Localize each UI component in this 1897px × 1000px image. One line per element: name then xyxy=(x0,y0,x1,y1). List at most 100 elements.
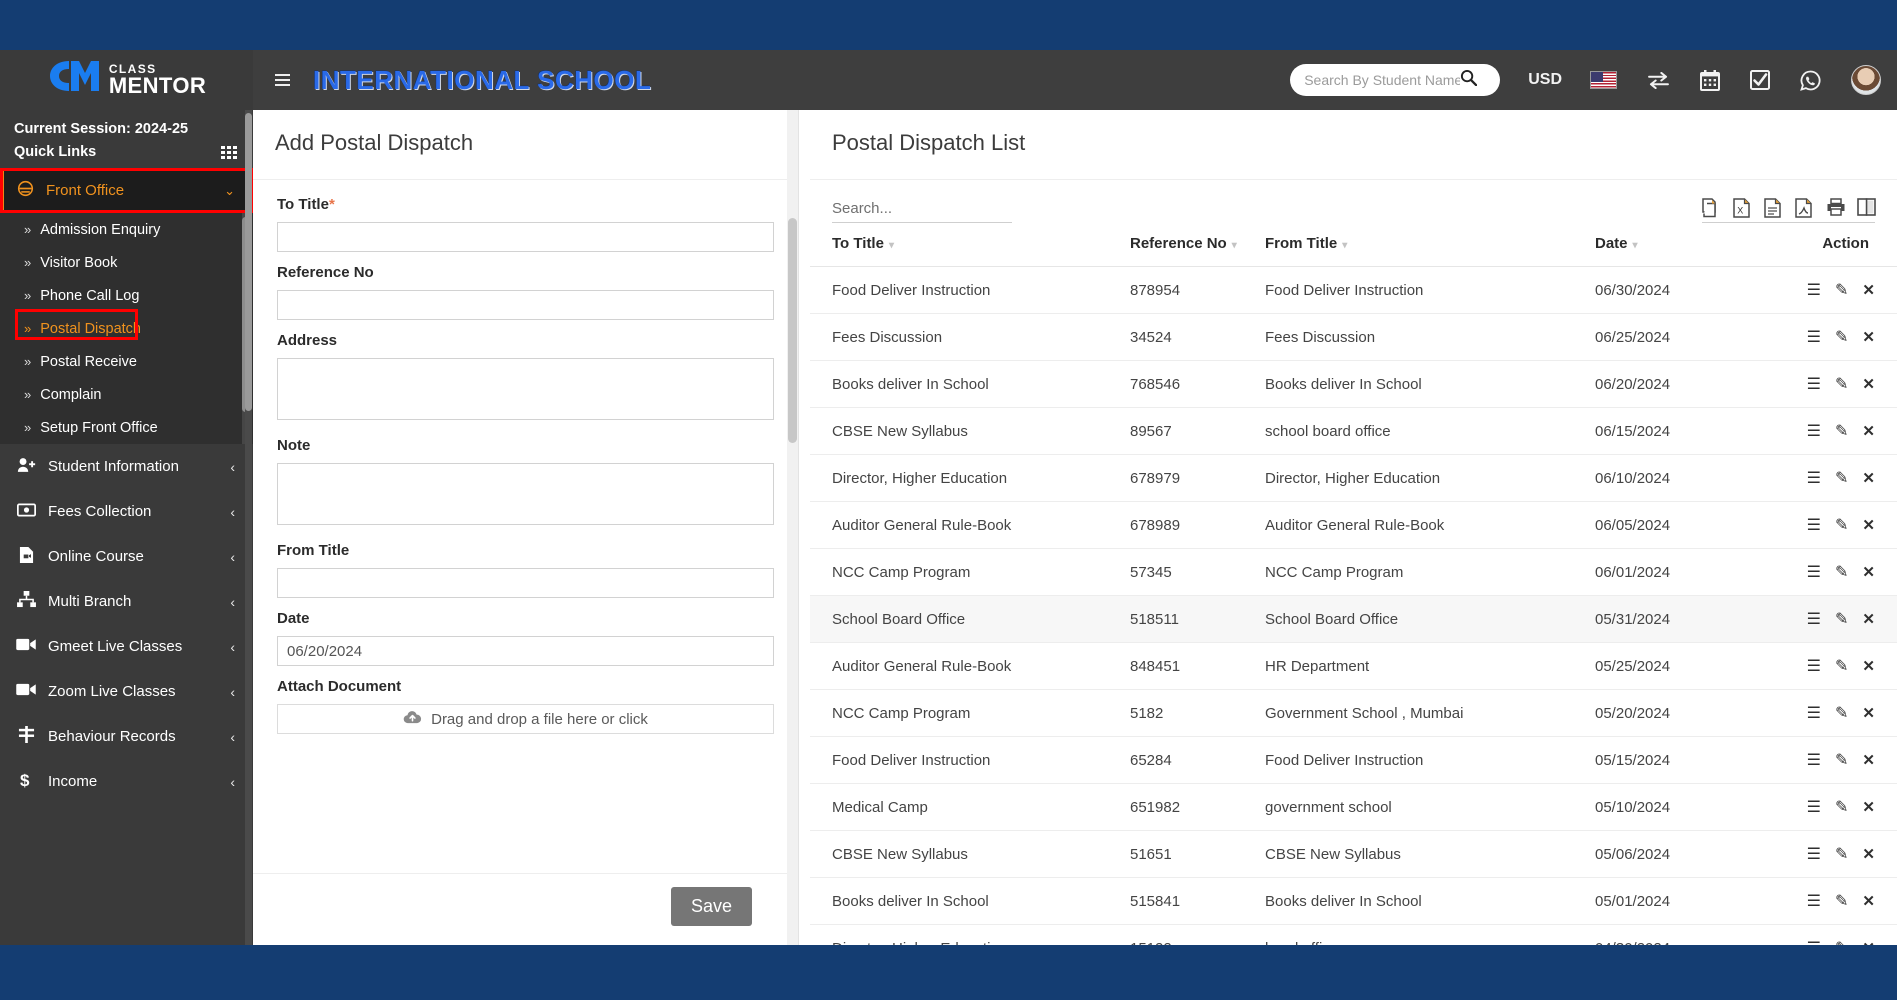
table-row[interactable]: School Board Office 518511 School Board Of… xyxy=(810,595,1897,643)
search-icon[interactable] xyxy=(1460,69,1478,91)
save-button[interactable]: Save xyxy=(670,887,752,926)
from-title-input[interactable] xyxy=(277,568,774,598)
edit-icon[interactable]: ✎ xyxy=(1835,280,1848,300)
sidebar-item-visitor-book[interactable]: » Visitor Book xyxy=(0,246,253,279)
edit-icon[interactable]: ✎ xyxy=(1835,750,1848,770)
delete-icon[interactable]: ✕ xyxy=(1862,798,1875,816)
delete-icon[interactable]: ✕ xyxy=(1862,516,1875,534)
sidebar-item-complain[interactable]: » Complain xyxy=(0,378,253,411)
edit-icon[interactable]: ✎ xyxy=(1835,327,1848,347)
checkbox-icon[interactable] xyxy=(1750,70,1770,90)
table-row[interactable]: Director, Higher Education15122head offi… xyxy=(810,924,1897,945)
column-header-reference-no[interactable]: Reference No ▾ xyxy=(1130,223,1265,267)
table-row[interactable]: NCC Camp Program 5182 Government School , … xyxy=(810,689,1897,737)
address-textarea[interactable] xyxy=(277,358,774,420)
details-icon[interactable]: ☰ xyxy=(1807,609,1821,629)
table-row[interactable]: Auditor General Rule-Book 678989 Auditor G… xyxy=(810,501,1897,549)
table-row[interactable]: Director, Higher Education 678979 Director… xyxy=(810,454,1897,502)
details-icon[interactable]: ☰ xyxy=(1807,374,1821,394)
details-icon[interactable]: ☰ xyxy=(1807,562,1821,582)
edit-icon[interactable]: ✎ xyxy=(1835,938,1848,945)
delete-icon[interactable]: ✕ xyxy=(1862,657,1875,675)
list-search-input[interactable] xyxy=(832,200,1012,223)
delete-icon[interactable]: ✕ xyxy=(1862,422,1875,440)
edit-icon[interactable]: ✎ xyxy=(1835,797,1848,817)
student-search-box[interactable] xyxy=(1290,64,1501,96)
column-visibility-icon[interactable] xyxy=(1857,198,1876,218)
table-row[interactable]: Food Deliver Instruction 878954 Food Deliv… xyxy=(810,266,1897,314)
table-row[interactable]: Auditor General Rule-Book 848451 HR Depart… xyxy=(810,642,1897,690)
sidebar-item-postal-dispatch[interactable]: » Postal Dispatch xyxy=(0,309,253,345)
sidebar-item-multi-branch[interactable]: Multi Branch ‹ xyxy=(0,579,253,624)
sidebar-item-zoom-live-classes[interactable]: Zoom Live Classes ‹ xyxy=(0,669,253,714)
whatsapp-icon[interactable] xyxy=(1800,70,1821,91)
edit-icon[interactable]: ✎ xyxy=(1835,374,1848,394)
brand-logo[interactable]: CLASS MENTOR xyxy=(0,50,253,110)
edit-icon[interactable]: ✎ xyxy=(1835,515,1848,535)
details-icon[interactable]: ☰ xyxy=(1807,703,1821,723)
sidebar-scrollbar-thumb[interactable] xyxy=(245,113,252,411)
table-row[interactable]: Medical Camp 651982 government school 05/10… xyxy=(810,783,1897,831)
delete-icon[interactable]: ✕ xyxy=(1862,375,1875,393)
delete-icon[interactable]: ✕ xyxy=(1862,469,1875,487)
delete-icon[interactable]: ✕ xyxy=(1862,939,1875,945)
sidebar-item-online-course[interactable]: Online Course ‹ xyxy=(0,534,253,579)
details-icon[interactable]: ☰ xyxy=(1807,421,1821,441)
sidebar-item-phone-call-log[interactable]: » Phone Call Log xyxy=(0,279,253,312)
currency-label[interactable]: USD xyxy=(1528,71,1562,89)
edit-icon[interactable]: ✎ xyxy=(1835,562,1848,582)
sidebar-item-postal-receive[interactable]: » Postal Receive xyxy=(0,345,253,378)
details-icon[interactable]: ☰ xyxy=(1807,797,1821,817)
details-icon[interactable]: ☰ xyxy=(1807,938,1821,945)
details-icon[interactable]: ☰ xyxy=(1807,844,1821,864)
sidebar-item-gmeet-live-classes[interactable]: Gmeet Live Classes ‹ xyxy=(0,624,253,669)
details-icon[interactable]: ☰ xyxy=(1807,891,1821,911)
edit-icon[interactable]: ✎ xyxy=(1835,891,1848,911)
table-row[interactable]: Books deliver In School 768546 Books deliv… xyxy=(810,360,1897,408)
excel-icon[interactable]: X xyxy=(1733,198,1751,218)
to-title-input[interactable] xyxy=(277,222,774,252)
calendar-icon[interactable] xyxy=(1700,69,1720,91)
date-input[interactable] xyxy=(277,636,774,666)
table-row[interactable]: CBSE New Syllabus 89567 school board offic… xyxy=(810,407,1897,455)
column-header-to-title[interactable]: To Title ▾ xyxy=(810,223,1130,267)
edit-icon[interactable]: ✎ xyxy=(1835,844,1848,864)
edit-icon[interactable]: ✎ xyxy=(1835,703,1848,723)
edit-icon[interactable]: ✎ xyxy=(1835,656,1848,676)
delete-icon[interactable]: ✕ xyxy=(1862,845,1875,863)
delete-icon[interactable]: ✕ xyxy=(1862,751,1875,769)
column-header-date[interactable]: Date ▾ xyxy=(1595,223,1720,267)
file-dropzone[interactable]: Drag and drop a file here or click xyxy=(277,704,774,734)
edit-icon[interactable]: ✎ xyxy=(1835,468,1848,488)
table-row[interactable]: Fees Discussion 34524 Fees Discussion 06/25… xyxy=(810,313,1897,361)
grid-icon[interactable] xyxy=(221,145,237,159)
details-icon[interactable]: ☰ xyxy=(1807,280,1821,300)
table-row[interactable]: Books deliver In School 515841 Books deliv… xyxy=(810,877,1897,925)
copy-icon[interactable] xyxy=(1702,198,1720,218)
delete-icon[interactable]: ✕ xyxy=(1862,281,1875,299)
us-flag-icon[interactable] xyxy=(1590,71,1617,89)
table-row[interactable]: Food Deliver Instruction 65284 Food Delive… xyxy=(810,736,1897,784)
details-icon[interactable]: ☰ xyxy=(1807,515,1821,535)
sidebar-item-front-office[interactable]: Front Office ⌄ xyxy=(0,168,253,213)
sidebar-item-admission-enquiry[interactable]: » Admission Enquiry xyxy=(0,213,253,246)
edit-icon[interactable]: ✎ xyxy=(1835,609,1848,629)
avatar[interactable] xyxy=(1851,65,1881,95)
search-input[interactable] xyxy=(1304,72,1461,88)
transfer-icon[interactable] xyxy=(1647,71,1670,89)
hamburger-icon[interactable] xyxy=(275,74,290,86)
quick-links-row[interactable]: Quick Links xyxy=(0,142,253,168)
delete-icon[interactable]: ✕ xyxy=(1862,563,1875,581)
print-icon[interactable] xyxy=(1826,198,1845,218)
sidebar-item-student-information[interactable]: Student Information ‹ xyxy=(0,444,253,489)
details-icon[interactable]: ☰ xyxy=(1807,468,1821,488)
form-scrollbar-thumb[interactable] xyxy=(788,218,797,443)
column-header-from-title[interactable]: From Title ▾ xyxy=(1265,223,1595,267)
csv-icon[interactable] xyxy=(1764,198,1782,218)
sidebar-item-fees-collection[interactable]: Fees Collection ‹ xyxy=(0,489,253,534)
delete-icon[interactable]: ✕ xyxy=(1862,704,1875,722)
pdf-icon[interactable] xyxy=(1795,198,1813,218)
delete-icon[interactable]: ✕ xyxy=(1862,328,1875,346)
delete-icon[interactable]: ✕ xyxy=(1862,892,1875,910)
details-icon[interactable]: ☰ xyxy=(1807,327,1821,347)
